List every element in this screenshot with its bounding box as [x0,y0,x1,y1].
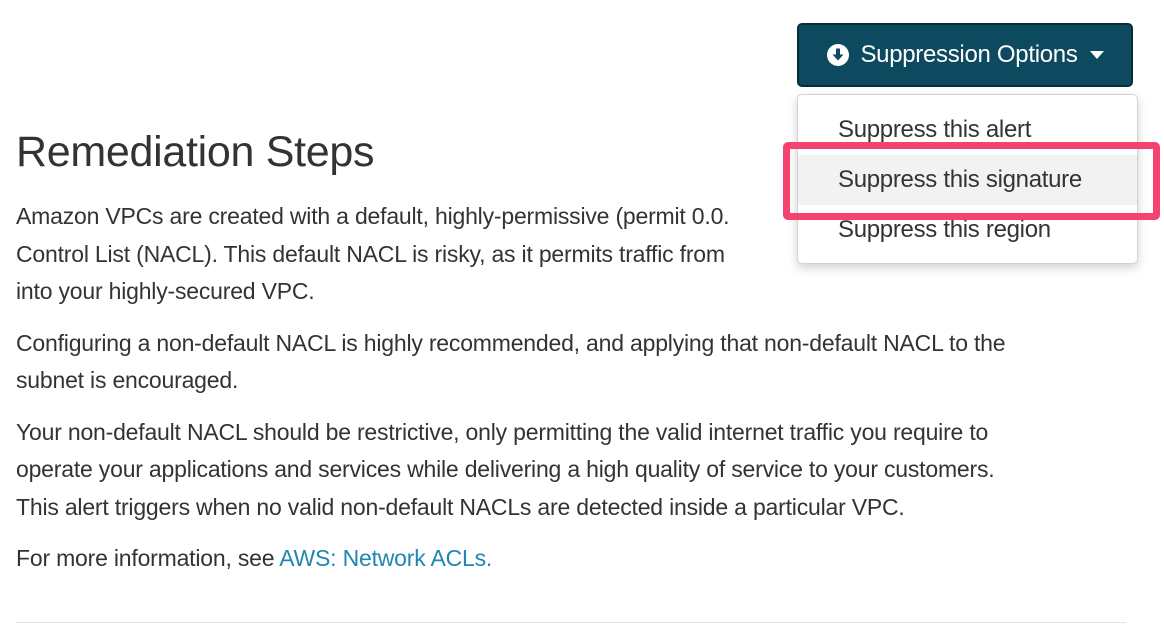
caret-down-icon [1089,51,1104,59]
paragraph-line: Configuring a non-default NACL is highly… [16,329,1006,356]
suppression-options-label: Suppression Options [860,41,1078,68]
paragraph-details: Your non-default NACL should be restrict… [16,414,1136,527]
aws-network-acls-link[interactable]: AWS: Network ACLs. [279,545,492,571]
menu-item-suppress-alert[interactable]: Suppress this alert [798,105,1137,155]
suppression-options-button[interactable]: Suppression Options [797,23,1133,87]
more-info-prefix: For more information, see [16,545,280,571]
section-heading: Remediation Steps [16,128,375,176]
paragraph-recommendation: Configuring a non-default NACL is highly… [16,325,1136,400]
paragraph-line: Your non-default NACL should be restrict… [16,418,989,445]
paragraph-line: operate your applications and services w… [16,456,995,482]
download-circle-icon [826,43,850,67]
paragraph-line: This alert triggers when no valid non-de… [16,493,905,520]
paragraph-line: subnet is encouraged. [16,367,239,393]
more-info: For more information, see AWS: Network A… [16,540,1136,578]
divider [16,622,1126,623]
menu-item-suppress-signature[interactable]: Suppress this signature [798,155,1137,205]
menu-item-suppress-region[interactable]: Suppress this region [798,205,1137,255]
paragraph-line: into your highly-secured VPC. [16,278,315,304]
suppression-dropdown-menu: Suppress this alert Suppress this signat… [797,94,1138,264]
